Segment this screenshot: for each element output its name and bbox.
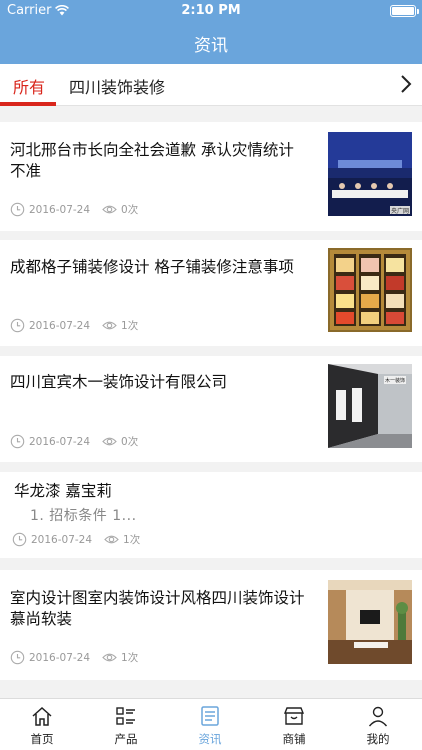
publish-date: 2016-07-24: [31, 533, 93, 546]
eye-icon: [102, 321, 117, 330]
news-thumbnail: [328, 248, 412, 332]
user-icon: [368, 706, 388, 727]
publish-date: 2016-07-24: [29, 319, 91, 332]
news-card[interactable]: 成都格子铺装修设计 格子铺装修注意事项 2016-07-24 1次: [0, 240, 422, 346]
eye-icon: [102, 437, 117, 446]
news-meta: 2016-07-24 0次: [10, 434, 138, 449]
title-line: 河北邢台市长向全社会道歉 承认灾情统计: [10, 141, 294, 159]
view-count: 0次: [121, 204, 139, 216]
news-title: 室内设计图室内装饰设计风格四川装饰设计 慕尚软装: [10, 588, 305, 630]
chevron-right-icon[interactable]: [398, 73, 414, 95]
home-icon: [32, 706, 52, 726]
publish-date: 2016-07-24: [29, 651, 91, 664]
clock-icon: [10, 434, 25, 449]
tabbar-products[interactable]: 产品: [84, 699, 168, 750]
title-line: 室内设计图室内装饰设计风格四川装饰设计: [10, 589, 305, 607]
news-card[interactable]: 河北邢台市长向全社会道歉 承认灾情统计 不准 2016-07-24 0次 央广网: [0, 122, 422, 231]
tab-all[interactable]: 所有: [13, 74, 45, 98]
nav-bar: 资讯: [0, 22, 422, 64]
title-line: 四川宜宾木一装饰设计有限公司: [10, 373, 228, 391]
news-meta: 2016-07-24 1次: [12, 532, 140, 547]
news-thumbnail: 木一装饰: [328, 364, 412, 448]
tabbar-label: 资讯: [198, 732, 222, 746]
list-icon: [116, 707, 135, 725]
news-title: 成都格子铺装修设计 格子铺装修注意事项: [10, 257, 294, 278]
tabbar-label: 我的: [366, 732, 390, 746]
news-thumbnail: [328, 580, 412, 664]
view-count: 0次: [121, 436, 139, 448]
publish-date: 2016-07-24: [29, 435, 91, 448]
active-tab-indicator: [0, 102, 56, 106]
tabbar-home[interactable]: 首页: [0, 699, 84, 750]
thumbnail-watermark: 央广网: [391, 207, 409, 215]
title-line: 不准: [10, 162, 42, 180]
category-tabs: 所有 四川装饰装修: [0, 64, 422, 106]
page-title: 资讯: [194, 35, 228, 56]
view-count: 1次: [123, 534, 141, 546]
tabbar-label: 首页: [30, 732, 54, 746]
news-meta: 2016-07-24 1次: [10, 318, 138, 333]
battery-icon: [390, 5, 419, 17]
view-count: 1次: [121, 652, 139, 664]
clock-icon: [12, 532, 27, 547]
bottom-tab-bar: 首页 产品 资讯 商铺 我的: [0, 698, 422, 750]
news-title: 河北邢台市长向全社会道歉 承认灾情统计 不准: [10, 140, 294, 182]
news-excerpt: 1. 招标条件 1...: [30, 508, 137, 524]
view-count: 1次: [121, 320, 139, 332]
clock-icon: [10, 202, 25, 217]
publish-date: 2016-07-24: [29, 203, 91, 216]
news-meta: 2016-07-24 0次: [10, 202, 138, 217]
clock-icon: [10, 318, 25, 333]
news-meta: 2016-07-24 1次: [10, 650, 138, 665]
title-line: 成都格子铺装修设计 格子铺装修注意事项: [10, 258, 294, 276]
thumbnail-signage: 木一装饰: [385, 377, 405, 384]
title-line: 华龙漆 嘉宝莉: [14, 482, 112, 500]
clock: 2:10 PM: [181, 3, 241, 18]
eye-icon: [102, 653, 117, 662]
shop-icon: [283, 707, 305, 725]
status-bar: Carrier 2:10 PM: [0, 0, 422, 22]
eye-icon: [104, 535, 119, 544]
tabbar-label: 产品: [114, 732, 138, 746]
clock-icon: [10, 650, 25, 665]
news-card[interactable]: 室内设计图室内装饰设计风格四川装饰设计 慕尚软装 2016-07-24 1次: [0, 570, 422, 680]
tabbar-shops[interactable]: 商铺: [252, 699, 336, 750]
tab-sichuan-decoration[interactable]: 四川装饰装修: [69, 74, 165, 98]
news-card[interactable]: 华龙漆 嘉宝莉 1. 招标条件 1... 2016-07-24 1次: [0, 472, 422, 558]
tabbar-news[interactable]: 资讯: [168, 699, 252, 750]
news-thumbnail: 央广网: [328, 132, 412, 216]
news-title: 四川宜宾木一装饰设计有限公司: [10, 372, 227, 393]
tabbar-label: 商铺: [282, 732, 306, 746]
news-card[interactable]: 四川宜宾木一装饰设计有限公司 2016-07-24 0次 木一装饰: [0, 356, 422, 462]
news-title: 华龙漆 嘉宝莉: [14, 481, 112, 502]
eye-icon: [102, 205, 117, 214]
news-icon: [201, 706, 219, 726]
title-line: 慕尚软装: [10, 610, 73, 628]
tabbar-mine[interactable]: 我的: [336, 699, 420, 750]
